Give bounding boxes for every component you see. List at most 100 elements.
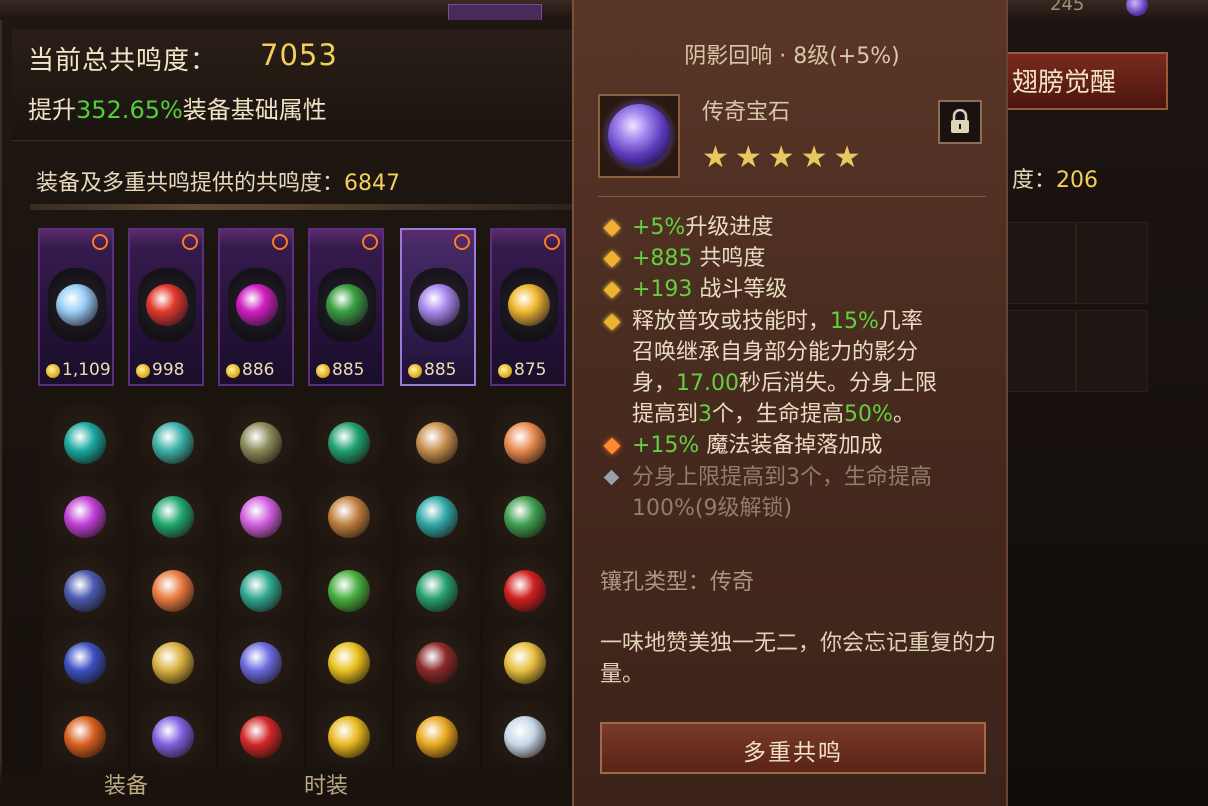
gem-orb-icon bbox=[152, 496, 194, 538]
multi-resonance-label: 多重共鸣 bbox=[743, 740, 843, 766]
effect-text: 。 bbox=[892, 402, 915, 428]
gem-type: 传奇宝石 bbox=[702, 100, 791, 125]
gem-grid-cell[interactable] bbox=[130, 476, 216, 558]
gem-orb-icon bbox=[240, 716, 282, 758]
right-resonance-label: 度： bbox=[1012, 168, 1057, 193]
gem-effect-line: +15% 魔法装备掉落加成 bbox=[632, 430, 882, 461]
effect-text: 秒后消失。分身上限 bbox=[739, 371, 938, 396]
gem-grid-cell[interactable] bbox=[42, 476, 128, 558]
gem-grid-cell[interactable] bbox=[218, 550, 304, 632]
gold-diamond-icon bbox=[603, 250, 621, 268]
right-slot[interactable] bbox=[1004, 310, 1076, 392]
gem-grid-cell[interactable] bbox=[394, 622, 480, 704]
boost-prefix: 提升 bbox=[28, 96, 76, 124]
right-slot[interactable] bbox=[1076, 310, 1148, 392]
gold-diamond-icon bbox=[603, 313, 621, 331]
tab-fashion[interactable]: 时装 bbox=[304, 768, 348, 800]
gold-diamond-icon bbox=[603, 219, 621, 237]
equipment-resonance-label: 装备及多重共鸣提供的共鸣度： bbox=[36, 171, 345, 196]
lock-button[interactable] bbox=[938, 100, 982, 144]
gem-grid-cell[interactable] bbox=[218, 622, 304, 704]
gem-orb-icon bbox=[328, 496, 370, 538]
rune-badge-icon bbox=[362, 234, 378, 250]
gem-grid-cell[interactable] bbox=[42, 402, 128, 484]
gem-slot-card[interactable]: 885 bbox=[400, 228, 476, 386]
gem-grid-cell[interactable] bbox=[306, 402, 392, 484]
gem-grid-cell[interactable] bbox=[130, 622, 216, 704]
gem-grid-cell[interactable] bbox=[394, 402, 480, 484]
gem-slot-card[interactable]: 998 bbox=[128, 228, 204, 386]
top-right-counter: 245 bbox=[1050, 0, 1085, 15]
slot-resonance-value: 886 bbox=[242, 360, 275, 380]
gem-grid-cell[interactable] bbox=[482, 622, 568, 704]
gem-orb-icon bbox=[152, 422, 194, 464]
effect-text: 战斗等级 bbox=[699, 277, 788, 303]
gem-effect-line: 释放普攻或技能时，15%几率 bbox=[632, 306, 923, 337]
gem-orb-icon bbox=[64, 642, 106, 684]
effect-text: 分身上限提高到3个，生命提高 bbox=[632, 464, 932, 490]
gem-orb-icon bbox=[240, 422, 282, 464]
right-slot[interactable] bbox=[1004, 222, 1076, 304]
gem-grid-cell[interactable] bbox=[394, 476, 480, 558]
wing-awaken-label: 翅膀觉醒 bbox=[1012, 68, 1117, 98]
gem-grid-cell[interactable] bbox=[482, 402, 568, 484]
gem-grid-cell[interactable] bbox=[394, 550, 480, 632]
gem-slot-card[interactable]: 1,109 bbox=[38, 228, 114, 386]
resonance-coin-icon bbox=[316, 364, 330, 378]
gem-orb-icon bbox=[416, 716, 458, 758]
gem-orb-icon bbox=[504, 642, 546, 684]
gem-grid-cell[interactable] bbox=[306, 622, 392, 704]
resonance-coin-icon bbox=[498, 364, 512, 378]
gem-slot-card[interactable]: 886 bbox=[218, 228, 294, 386]
effect-text: 个，生命提高 bbox=[712, 402, 845, 428]
slot-resonance-value: 998 bbox=[152, 360, 185, 380]
equipment-resonance-line: 装备及多重共鸣提供的共鸣度：6847 bbox=[36, 165, 400, 197]
effect-text: 50% bbox=[844, 402, 893, 428]
slot-resonance-value: 885 bbox=[424, 360, 457, 380]
gem-orb-icon bbox=[64, 716, 106, 758]
gem-slot-card[interactable]: 885 bbox=[308, 228, 384, 386]
gem-orb-icon bbox=[416, 642, 458, 684]
gem-grid-cell[interactable] bbox=[42, 622, 128, 704]
gem-grid-cell[interactable] bbox=[306, 476, 392, 558]
effect-text: 身， bbox=[632, 371, 677, 396]
equipment-resonance-value: 6847 bbox=[344, 171, 401, 196]
shadow-echo-gem-icon bbox=[608, 104, 670, 166]
socketed-gem-icon bbox=[418, 284, 460, 326]
bottom-tab-bar bbox=[0, 758, 572, 806]
gem-effect-line: 100%(9级解锁) bbox=[632, 493, 792, 524]
gem-title: 阴影回响 · 8级(+5%) bbox=[684, 44, 900, 69]
total-label-text: 当前总共鸣度： bbox=[28, 46, 218, 76]
slot-resonance-value: 1,109 bbox=[62, 360, 111, 380]
rune-badge-icon bbox=[182, 234, 198, 250]
right-resonance-line: 度：206 bbox=[1012, 162, 1098, 194]
boost-suffix: 装备基础属性 bbox=[182, 96, 327, 124]
rune-badge-icon bbox=[272, 234, 288, 250]
resonance-coin-icon bbox=[226, 364, 240, 378]
gem-grid-cell[interactable] bbox=[482, 550, 568, 632]
tab-equipment[interactable]: 装备 bbox=[104, 768, 148, 800]
effect-text: +15% bbox=[632, 433, 707, 459]
gem-slot-card[interactable]: 875 bbox=[490, 228, 566, 386]
gem-orb-icon bbox=[152, 570, 194, 612]
gem-star-rating: ★★★★★ bbox=[702, 140, 867, 175]
gem-effect-line: 分身上限提高到3个，生命提高 bbox=[632, 462, 932, 493]
resonance-coin-icon bbox=[408, 364, 422, 378]
tooltip-separator bbox=[598, 196, 986, 197]
gem-orb-icon bbox=[152, 642, 194, 684]
effect-text: 几率 bbox=[878, 308, 923, 334]
gem-grid-cell[interactable] bbox=[130, 550, 216, 632]
right-slot[interactable] bbox=[1076, 222, 1148, 304]
socketed-gem-icon bbox=[508, 284, 550, 326]
gem-grid-cell[interactable] bbox=[218, 476, 304, 558]
slot-resonance-value: 885 bbox=[332, 360, 365, 380]
gem-orb-icon bbox=[152, 716, 194, 758]
gem-orb-icon bbox=[240, 570, 282, 612]
total-resonance-label: 当前总共鸣度： bbox=[28, 40, 217, 77]
gem-grid-cell[interactable] bbox=[218, 402, 304, 484]
gem-grid-cell[interactable] bbox=[482, 476, 568, 558]
gem-grid-cell[interactable] bbox=[306, 550, 392, 632]
grey-diamond-icon bbox=[603, 469, 620, 485]
gem-grid-cell[interactable] bbox=[130, 402, 216, 484]
gem-grid-cell[interactable] bbox=[42, 550, 128, 632]
